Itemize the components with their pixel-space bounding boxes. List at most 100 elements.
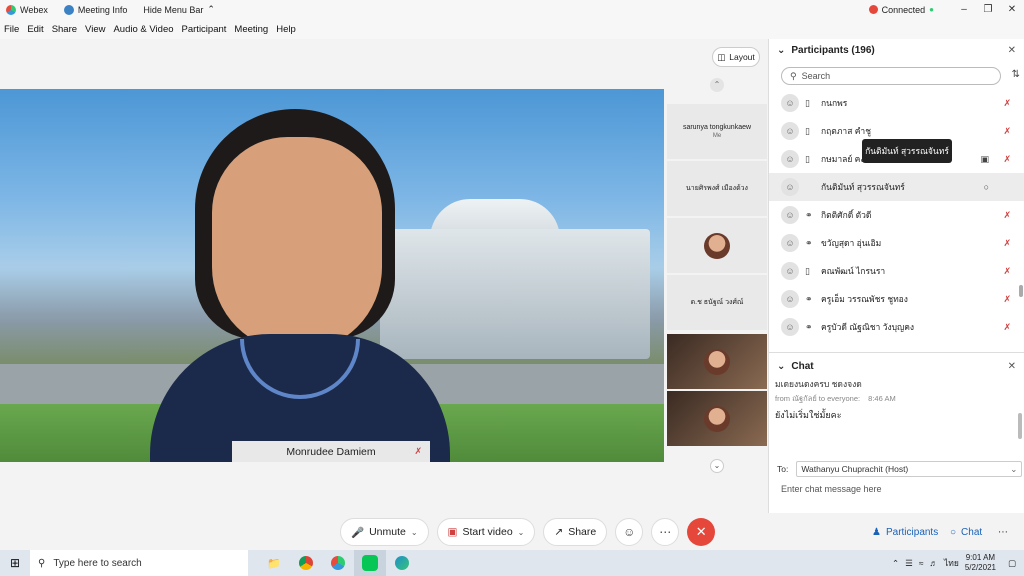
- menu-view[interactable]: View: [85, 24, 105, 35]
- panel-more-button[interactable]: ⋯: [998, 520, 1008, 544]
- list-item[interactable]: ☺ ⚭ ครูบัวดี ณัฐณิชา วังบุญคง ✗: [769, 313, 1024, 341]
- menu-share[interactable]: Share: [52, 24, 77, 35]
- status-dot-icon: ●: [929, 5, 934, 14]
- connection-status[interactable]: Connected ●: [868, 5, 934, 15]
- search-icon: ⚲: [38, 557, 46, 569]
- close-participants-button[interactable]: ✕: [1008, 45, 1016, 56]
- close-chat-button[interactable]: ✕: [1008, 361, 1016, 372]
- muted-mic-icon[interactable]: ✗: [1003, 238, 1011, 249]
- participants-header[interactable]: ⌄ Participants (196): [777, 45, 875, 56]
- chrome-icon[interactable]: [290, 550, 322, 576]
- list-item[interactable]: ☺ ⚭ ครูเอ็ม วรรณพัชร ชูทอง ✗: [769, 285, 1024, 313]
- speaker-name-tag: Monrudee Damiem ✗: [232, 441, 430, 462]
- thumbnail-participant[interactable]: นายศิรพงศ์ เมืองด้วง: [667, 161, 767, 216]
- app-title: Webex: [6, 4, 48, 15]
- taskbar-search-input[interactable]: ⚲ Type here to search: [30, 550, 248, 576]
- participant-search-input[interactable]: ⚲ Search: [781, 67, 1001, 85]
- list-item[interactable]: ☺ ▯ กนกพร ✗: [769, 89, 1024, 117]
- record-icon: [868, 5, 878, 14]
- reactions-button[interactable]: ☺: [615, 518, 644, 546]
- video-face: [704, 405, 730, 432]
- participant-list-scrollbar[interactable]: [1019, 285, 1023, 297]
- muted-mic-icon[interactable]: ✗: [1003, 210, 1011, 221]
- scroll-down-thumbnails-icon[interactable]: ⌄: [710, 459, 724, 473]
- chat-toggle-button[interactable]: ○ Chat: [950, 520, 982, 544]
- hide-menu-bar-button[interactable]: Hide Menu Bar ⌃: [143, 4, 215, 15]
- volume-icon[interactable]: ♬: [929, 558, 938, 568]
- chat-header[interactable]: ⌄ Chat: [777, 361, 814, 372]
- chat-scrollbar[interactable]: [1018, 413, 1022, 439]
- muted-mic-icon[interactable]: ✗: [1003, 126, 1011, 137]
- windows-start-button[interactable]: ⊞: [0, 550, 30, 576]
- menu-help[interactable]: Help: [276, 24, 296, 35]
- sort-button[interactable]: ⇅: [1012, 69, 1020, 80]
- network-icon[interactable]: ☰: [905, 558, 913, 569]
- chat-bubble-icon[interactable]: ○: [984, 182, 989, 192]
- phone-icon: ▯: [805, 265, 810, 276]
- menu-meeting[interactable]: Meeting: [234, 24, 268, 35]
- chat-recipient-row: To: Wathanyu Chuprachit (Host) ⌄: [777, 461, 1023, 477]
- notification-icon[interactable]: ▢: [1008, 558, 1016, 569]
- system-clock[interactable]: 9:01 AM 5/2/2021: [965, 553, 996, 573]
- muted-mic-icon[interactable]: ✗: [1003, 154, 1011, 165]
- thumbnail-participant[interactable]: [667, 218, 767, 273]
- video-off-icon: ▣: [447, 526, 458, 538]
- tooltip-text: กันติมันท์ สุวรรณจันทร์: [865, 146, 949, 156]
- muted-mic-icon[interactable]: ✗: [1003, 294, 1011, 305]
- start-video-button[interactable]: ▣ Start video ⌄: [436, 518, 536, 546]
- thumbnail-self[interactable]: sarunya tongkunkaew Me: [667, 104, 767, 159]
- edge-icon[interactable]: [386, 550, 418, 576]
- thumbnail-video[interactable]: [667, 391, 767, 446]
- minimize-button[interactable]: –: [952, 4, 976, 15]
- thumbnail-video[interactable]: [667, 334, 767, 389]
- close-window-button[interactable]: ✕: [1000, 4, 1024, 15]
- muted-mic-icon[interactable]: ✗: [1003, 98, 1011, 109]
- menu-file[interactable]: File: [4, 24, 19, 35]
- webex-icon[interactable]: [322, 550, 354, 576]
- system-tray: ⌃ ☰ ≈ ♬ ไทย 9:01 AM 5/2/2021 ▢: [892, 550, 1024, 576]
- wifi-icon[interactable]: ≈: [919, 558, 924, 568]
- avatar: ☺: [781, 234, 799, 252]
- muted-mic-icon[interactable]: ✗: [1003, 266, 1011, 277]
- leave-meeting-button[interactable]: ✕: [687, 518, 716, 546]
- speaker-face: [212, 137, 382, 352]
- menu-audio-video[interactable]: Audio & Video: [113, 24, 173, 35]
- scroll-up-thumbnails-icon[interactable]: ⌃: [710, 78, 724, 92]
- phone-icon: ▯: [805, 97, 810, 108]
- unmute-button[interactable]: 🎤 Unmute ⌄: [340, 518, 429, 546]
- chat-toggle-label: Chat: [961, 526, 983, 538]
- list-item[interactable]: ☺ กันติมันท์ สุวรรณจันทร์ ○: [769, 173, 1024, 201]
- chat-message-input[interactable]: Enter chat message here: [781, 484, 882, 494]
- video-face: [704, 348, 730, 375]
- menu-edit[interactable]: Edit: [27, 24, 43, 35]
- participants-toggle-button[interactable]: ♟ Participants: [872, 520, 938, 544]
- chat-to-label: To:: [777, 464, 789, 474]
- share-button[interactable]: ↗ Share: [543, 518, 608, 546]
- person-icon: ♟: [872, 526, 881, 538]
- participant-name: ครูบัวดี ณัฐณิชา วังบุญคง: [821, 322, 915, 332]
- layout-button[interactable]: ◫ Layout: [712, 47, 760, 67]
- chat-recipient-select[interactable]: Wathanyu Chuprachit (Host) ⌄: [796, 461, 1023, 477]
- avatar: ☺: [781, 206, 799, 224]
- file-explorer-icon[interactable]: 📁: [258, 550, 290, 576]
- chevron-up-icon[interactable]: ⌃: [892, 558, 899, 569]
- thumbnail-participant[interactable]: ด.ช ธนัฐณ์ วงศ์ณ์: [667, 275, 767, 330]
- list-item[interactable]: ☺ ⚭ กิตติศักดิ์ ตัวดี ✗: [769, 201, 1024, 229]
- chat-title: Chat: [791, 361, 814, 372]
- search-icon: ⚲: [790, 70, 797, 81]
- headset-icon: ⚭: [805, 209, 813, 220]
- more-options-button[interactable]: ⋯: [651, 518, 680, 546]
- restore-button[interactable]: ❐: [976, 4, 1000, 15]
- avatar: ☺: [781, 262, 799, 280]
- menu-participant[interactable]: Participant: [182, 24, 227, 35]
- hide-menu-label: Hide Menu Bar: [143, 4, 204, 15]
- muted-mic-icon[interactable]: ✗: [1003, 322, 1011, 333]
- meeting-info-button[interactable]: Meeting Info: [63, 4, 127, 15]
- clock-time: 9:01 AM: [965, 553, 996, 562]
- language-indicator[interactable]: ไทย: [944, 556, 959, 570]
- chat-recipient-value: Wathanyu Chuprachit (Host): [801, 464, 909, 474]
- line-icon[interactable]: [354, 550, 386, 576]
- list-item[interactable]: ☺ ▯ คณพัฒน์ ไกรนรา ✗: [769, 257, 1024, 285]
- active-speaker-video[interactable]: Monrudee Damiem ✗: [0, 89, 664, 462]
- list-item[interactable]: ☺ ⚭ ขวัญสุดา อุ่นเอิม ✗: [769, 229, 1024, 257]
